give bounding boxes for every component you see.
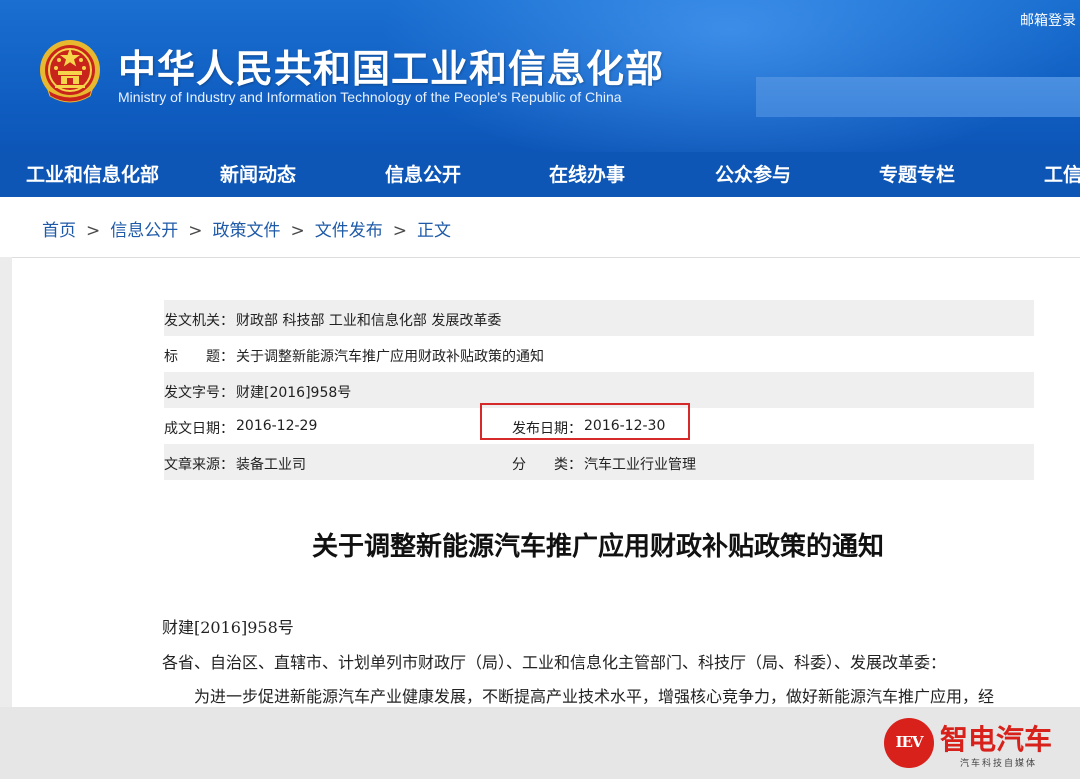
watermark-name: 智电汽车 bbox=[940, 723, 1053, 756]
publish-date-highlight bbox=[480, 403, 690, 440]
site-title: 中华人民共和国工业和信息化部 bbox=[118, 47, 665, 91]
nav-item-news[interactable]: 新闻动态 bbox=[220, 160, 296, 187]
document-title: 关于调整新能源汽车推广应用财政补贴政策的通知 bbox=[311, 532, 884, 562]
site-header: 中华人民共和国工业和信息化部 Ministry of Industry and … bbox=[0, 0, 1080, 197]
mail-login-link[interactable]: 邮箱登录 bbox=[1020, 10, 1076, 30]
info-value-title: 关于调整新能源汽车推广应用财政补贴政策的通知 bbox=[236, 349, 544, 365]
info-value-issuer: 财政部 科技部 工业和信息化部 发展改革委 bbox=[236, 313, 502, 329]
breadcrumb-bar: 首页 > 信息公开 > 政策文件 > 文件发布 > 正文 bbox=[0, 197, 1080, 257]
site-subtitle: Ministry of Industry and Information Tec… bbox=[118, 89, 622, 105]
nav-item-online-services[interactable]: 在线办事 bbox=[549, 160, 625, 187]
watermark-slogan: 汽车科技自媒体 bbox=[960, 759, 1038, 769]
breadcrumb-disclosure[interactable]: 信息公开 bbox=[110, 221, 178, 241]
document-paragraph: 为进一步促进新能源汽车产业健康发展，不断提高产业技术水平，增强核心竞争力，做好新… bbox=[194, 687, 995, 706]
breadcrumb-separator: > bbox=[86, 221, 101, 241]
info-label: 成文日期： bbox=[164, 421, 234, 437]
article-content: 发文机关： 财政部 科技部 工业和信息化部 发展改革委 标 题： 关于调整新能源… bbox=[12, 257, 1080, 708]
breadcrumb-separator: > bbox=[290, 221, 305, 241]
main-nav: 工业和信息化部 新闻动态 信息公开 在线办事 公众参与 专题专栏 工信 bbox=[0, 152, 1080, 197]
info-value-doc-no: 财建[2016]958号 bbox=[236, 385, 352, 401]
nav-item-disclosure[interactable]: 信息公开 bbox=[385, 160, 461, 187]
breadcrumb-file-release[interactable]: 文件发布 bbox=[315, 221, 383, 241]
breadcrumb-separator: > bbox=[392, 221, 407, 241]
nav-item-miit[interactable]: 工业和信息化部 bbox=[26, 160, 159, 187]
breadcrumb-home[interactable]: 首页 bbox=[42, 221, 76, 241]
info-label: 发文机关： bbox=[164, 313, 234, 329]
search-input[interactable] bbox=[756, 77, 1080, 117]
document-addressees: 各省、自治区、直辖市、计划单列市财政厅（局）、工业和信息化主管部门、科技厅（局、… bbox=[162, 653, 947, 672]
info-row-source: 文章来源： 装备工业司 分 类： 汽车工业行业管理 bbox=[164, 444, 1034, 480]
info-row-title: 标 题： 关于调整新能源汽车推广应用财政补贴政策的通知 bbox=[164, 336, 1034, 372]
info-value-created: 2016-12-29 bbox=[236, 418, 318, 434]
document-info-table: 发文机关： 财政部 科技部 工业和信息化部 发展改革委 标 题： 关于调整新能源… bbox=[164, 300, 1034, 480]
national-emblem-icon[interactable] bbox=[38, 38, 102, 104]
breadcrumb-current: 正文 bbox=[417, 221, 451, 241]
breadcrumb: 首页 > 信息公开 > 政策文件 > 文件发布 > 正文 bbox=[42, 216, 451, 241]
nav-item-special-topics[interactable]: 专题专栏 bbox=[879, 160, 955, 187]
info-label: 分 类： bbox=[512, 457, 582, 473]
nav-item-more[interactable]: 工信 bbox=[1044, 160, 1080, 187]
breadcrumb-separator: > bbox=[188, 221, 203, 241]
info-row-issuer: 发文机关： 财政部 科技部 工业和信息化部 发展改革委 bbox=[164, 300, 1034, 336]
info-value-source: 装备工业司 bbox=[236, 457, 306, 473]
info-label: 标 题： bbox=[164, 349, 234, 365]
nav-item-public-participation[interactable]: 公众参与 bbox=[715, 160, 791, 187]
breadcrumb-policy-files[interactable]: 政策文件 bbox=[213, 221, 281, 241]
info-value-category: 汽车工业行业管理 bbox=[584, 457, 696, 473]
info-label: 发文字号： bbox=[164, 385, 234, 401]
watermark-logo-text: IEV bbox=[895, 733, 923, 751]
document-number: 财建[2016]958号 bbox=[162, 618, 294, 637]
info-label: 文章来源： bbox=[164, 457, 234, 473]
